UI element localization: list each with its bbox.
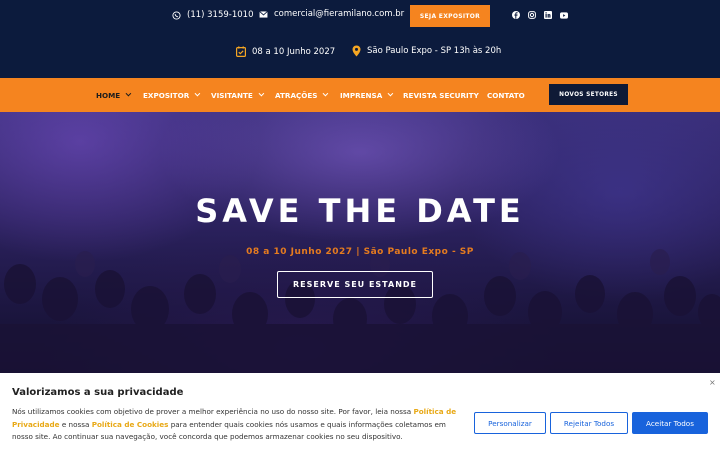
nav-item-expositor[interactable]: EXPOSITOR: [143, 78, 201, 112]
nav-item-revista-security[interactable]: REVISTA SECURITY: [403, 78, 479, 112]
chevron-down-icon: [258, 90, 265, 97]
customize-button[interactable]: Personalizar: [474, 412, 546, 434]
calendar-check-icon: [236, 46, 246, 57]
nav-label: CONTATO: [487, 90, 525, 100]
nav-label: REVISTA SECURITY: [403, 90, 479, 100]
phone-text: (11) 3159-1010: [187, 10, 254, 20]
close-icon[interactable]: ×: [709, 378, 716, 387]
novos-setores-button[interactable]: NOVOS SETORES: [549, 84, 628, 105]
nav-label: ATRAÇÕES: [275, 90, 318, 100]
nav-item-atracoes[interactable]: ATRAÇÕES: [275, 78, 329, 112]
cookie-text-part: Nós utilizamos cookies com objetivo de p…: [12, 407, 414, 416]
accept-all-button[interactable]: Aceitar Todos: [632, 412, 708, 434]
map-pin-icon: [352, 45, 361, 57]
chevron-down-icon: [387, 90, 394, 97]
event-venue-text: São Paulo Expo - SP 13h às 20h: [367, 46, 502, 56]
cookie-consent-banner: × Valorizamos a sua privacidade Nós util…: [0, 373, 720, 450]
event-date-text: 08 a 10 Junho 2027: [252, 46, 336, 57]
event-venue: São Paulo Expo - SP 13h às 20h: [352, 45, 501, 57]
reject-all-button[interactable]: Rejeitar Todos: [550, 412, 628, 434]
top-bar: (11) 3159-1010 comercial@fieramilano.com…: [0, 0, 720, 78]
cookie-policy-link[interactable]: Política de Cookies: [92, 420, 169, 429]
cookie-text: Nós utilizamos cookies com objetivo de p…: [12, 406, 462, 444]
email-text: comercial@fieramilano.com.br: [274, 9, 405, 19]
chevron-down-icon: [125, 90, 132, 97]
cookie-text-part: e nossa: [59, 419, 92, 429]
email-link[interactable]: comercial@fieramilano.com.br: [259, 9, 404, 19]
whatsapp-icon: [172, 10, 181, 20]
chevron-down-icon: [194, 90, 201, 97]
linkedin-icon[interactable]: [544, 11, 552, 19]
cookie-title: Valorizamos a sua privacidade: [12, 387, 184, 398]
hero-title: SAVE THE DATE: [195, 192, 525, 230]
nav-label: VISITANTE: [211, 90, 253, 100]
nav-label: EXPOSITOR: [143, 90, 190, 100]
nav-label: IMPRENSA: [340, 90, 383, 100]
nav-item-visitante[interactable]: VISITANTE: [211, 78, 265, 112]
nav-label: HOME: [96, 90, 121, 100]
chevron-down-icon: [323, 90, 329, 97]
hero-subtitle: 08 a 10 Junho 2027 | São Paulo Expo - SP: [246, 247, 474, 257]
seja-expositor-button[interactable]: SEJA EXPOSITOR: [410, 5, 490, 27]
event-date: 08 a 10 Junho 2027: [236, 46, 335, 57]
facebook-icon[interactable]: [512, 11, 520, 19]
nav-item-home[interactable]: HOME: [96, 78, 132, 112]
hero-banner: SAVE THE DATE 08 a 10 Junho 2027 | São P…: [0, 112, 720, 374]
envelope-icon: [259, 10, 268, 18]
social-links: [512, 11, 568, 19]
reserve-estande-button[interactable]: RESERVE SEU ESTANDE: [277, 271, 433, 298]
phone-link[interactable]: (11) 3159-1010: [172, 10, 253, 20]
nav-item-imprensa[interactable]: IMPRENSA: [340, 78, 394, 112]
nav-item-contato[interactable]: CONTATO: [487, 78, 525, 112]
youtube-icon[interactable]: [560, 11, 568, 19]
instagram-icon[interactable]: [528, 11, 536, 19]
